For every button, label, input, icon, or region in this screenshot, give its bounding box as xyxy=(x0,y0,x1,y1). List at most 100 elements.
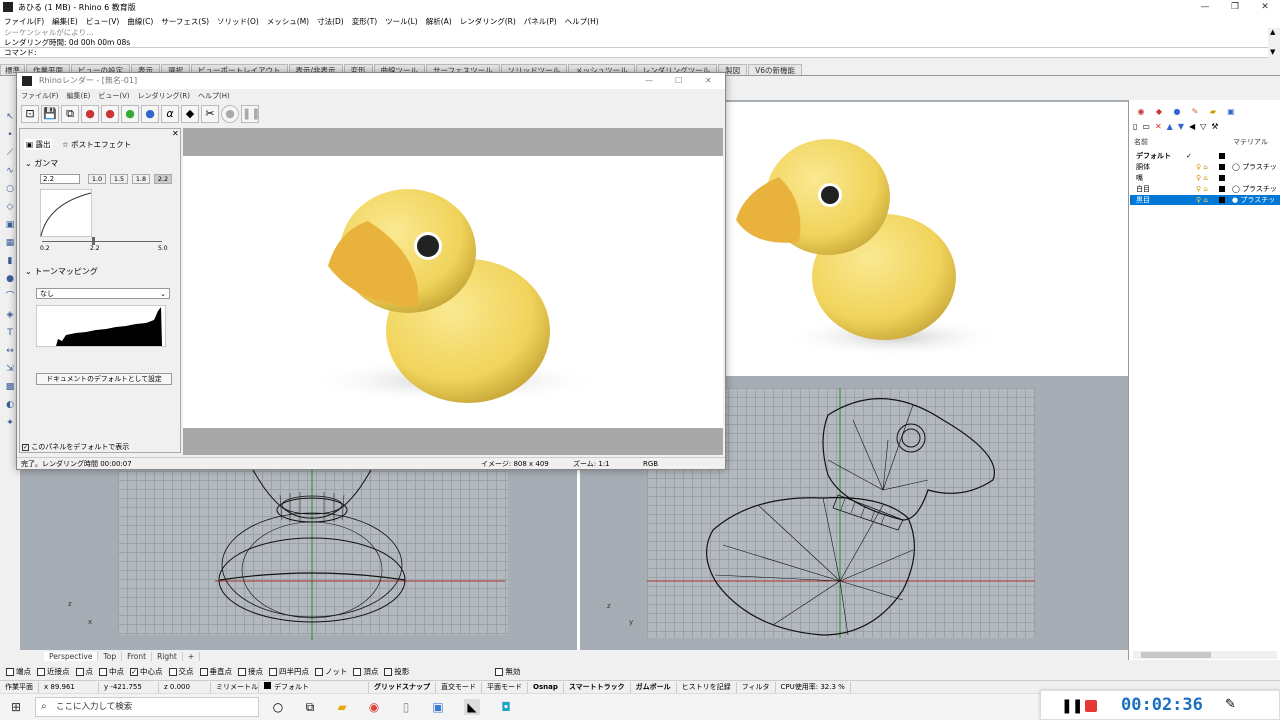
toggle-ortho[interactable]: 直交モード xyxy=(436,681,482,693)
layer-color-swatch[interactable] xyxy=(1219,164,1225,170)
photos-icon[interactable]: ▣ xyxy=(430,699,446,715)
layer-color-swatch[interactable] xyxy=(1219,153,1225,159)
layer-row-body[interactable]: 胴体 ♀ ⌂ ◯ プラスチッ xyxy=(1130,162,1280,172)
checkbox[interactable] xyxy=(384,667,393,676)
layer-row-black-eye[interactable]: 黒目 ♀ ⌂ ● プラスチッ xyxy=(1130,195,1280,205)
osnap-quad[interactable]: 四半円点 xyxy=(269,666,309,677)
checkbox[interactable] xyxy=(269,667,277,676)
fillet-icon[interactable]: ⌒ xyxy=(4,292,16,303)
file-explorer-icon[interactable]: ▰ xyxy=(334,699,350,715)
blue-channel-icon[interactable]: ● xyxy=(141,105,159,123)
text-icon[interactable]: T xyxy=(4,328,16,339)
render-content-icon[interactable]: ◆ xyxy=(1153,106,1165,118)
toggle-filter[interactable]: フィルタ xyxy=(737,681,776,693)
minimize-icon[interactable]: — xyxy=(1190,0,1220,14)
post-effects-icon[interactable]: ✂ xyxy=(201,105,219,123)
layer-color-swatch[interactable] xyxy=(1219,197,1225,203)
tools-icon[interactable]: ⚒ xyxy=(1211,122,1218,131)
layers-folder-icon[interactable]: ▰ xyxy=(1207,106,1219,118)
scroll-down-icon[interactable]: ▼ xyxy=(1270,48,1275,56)
layers-hscrollbar[interactable] xyxy=(1133,651,1277,659)
menu-surface[interactable]: サーフェス(S) xyxy=(161,16,209,27)
point-icon[interactable]: • xyxy=(4,130,16,141)
layer-row-default[interactable]: デフォルト ✓ xyxy=(1130,151,1280,161)
mesh-icon[interactable]: ▦ xyxy=(4,238,16,249)
surface-icon[interactable]: ◇ xyxy=(4,202,16,213)
green-channel-icon[interactable]: ● xyxy=(121,105,139,123)
osnap-vertex[interactable]: 頂点 xyxy=(353,666,378,677)
menu-transform[interactable]: 変形(T) xyxy=(352,16,377,27)
show-panel-default-checkbox[interactable]: ✓ このパネルをデフォルトで表示 xyxy=(22,442,129,452)
close-icon[interactable]: ✕ xyxy=(705,73,712,89)
boolean-icon[interactable]: ◈ xyxy=(4,310,16,321)
red-channel-icon[interactable]: ● xyxy=(101,105,119,123)
checkbox[interactable] xyxy=(495,667,504,676)
windows-start-icon[interactable]: ⊞ xyxy=(8,699,24,715)
new-sublayer-icon[interactable]: ▭ xyxy=(1142,122,1150,131)
osnap-center[interactable]: ✓ 中心点 xyxy=(130,666,163,677)
box-icon[interactable]: ▣ xyxy=(4,220,16,231)
menu-panels[interactable]: パネル(P) xyxy=(524,16,557,27)
checkbox[interactable] xyxy=(99,667,107,676)
layer-color-swatch[interactable] xyxy=(1219,175,1225,181)
tab-new-in-v6[interactable]: V6の新機能 xyxy=(748,64,802,75)
zoom-1-1-icon[interactable]: ⊡ xyxy=(21,105,39,123)
copy-icon[interactable]: ⧉ xyxy=(61,105,79,123)
checkbox[interactable] xyxy=(37,667,45,676)
gamma-preset-1-5[interactable]: 1.5 xyxy=(110,174,128,184)
toggle-smarttrack[interactable]: スマートトラック xyxy=(564,681,631,693)
vptab-front[interactable]: Front xyxy=(122,652,153,661)
tab-post-effects[interactable]: ☆ ポストエフェクト xyxy=(62,139,131,150)
analyze-icon[interactable]: ◐ xyxy=(4,400,16,411)
gamma-slider-track[interactable] xyxy=(42,241,162,242)
status-units[interactable]: ミリメートル xyxy=(211,681,259,693)
osnap-disable[interactable]: 無効 xyxy=(495,666,520,677)
circle-icon[interactable]: ○ xyxy=(4,184,16,195)
layer-row-beak[interactable]: 嘴 ♀ ⌂ xyxy=(1130,173,1280,183)
osnap-perpendicular[interactable]: 垂直点 xyxy=(199,666,232,677)
osnap-knot[interactable]: ノット xyxy=(315,666,347,677)
pen-icon[interactable]: ✎ xyxy=(1225,697,1236,712)
filter-icon[interactable]: ▽ xyxy=(1200,122,1206,131)
curve-icon[interactable]: ∿ xyxy=(4,166,16,177)
gamma-preset-2-2[interactable]: 2.2 xyxy=(154,174,172,184)
taskbar-search[interactable]: ⌕ ここに入力して検索 xyxy=(35,697,259,717)
maximize-icon[interactable]: ☐ xyxy=(675,73,682,89)
delete-layer-icon[interactable]: ✕ xyxy=(1155,122,1162,131)
checkbox[interactable] xyxy=(168,667,177,676)
lightbulb-icon[interactable]: ♀ ⌂ xyxy=(1196,184,1208,194)
move-out-icon[interactable]: ◀ xyxy=(1189,122,1195,131)
scroll-up-icon[interactable]: ▲ xyxy=(1270,28,1275,36)
osnap-near[interactable]: 近接点 xyxy=(37,666,70,677)
osnap-mid[interactable]: 中点 xyxy=(99,666,124,677)
toggle-planar[interactable]: 平面モード xyxy=(482,681,528,693)
menu-mesh[interactable]: メッシュ(M) xyxy=(267,16,309,27)
lightbulb-icon[interactable]: ♀ ⌂ xyxy=(1196,195,1208,205)
osnap-tangent[interactable]: 接点 xyxy=(238,666,263,677)
checkbox-checked[interactable]: ✓ xyxy=(130,667,138,676)
task-view-icon[interactable]: ⧉ xyxy=(302,699,318,715)
set-document-default-button[interactable]: ドキュメントのデフォルトとして設定 xyxy=(36,373,172,385)
gamma-section-header[interactable]: ⌄ ガンマ xyxy=(25,158,58,169)
close-icon[interactable]: ✕ xyxy=(1250,0,1280,14)
sphere-icon[interactable]: ● xyxy=(4,274,16,285)
checkbox[interactable] xyxy=(6,667,14,676)
gamma-preset-1-8[interactable]: 1.8 xyxy=(132,174,150,184)
restore-icon[interactable]: ❐ xyxy=(1220,0,1250,14)
pause-render-icon[interactable]: ❚❚ xyxy=(241,105,260,123)
tonemapping-section-header[interactable]: ⌄ トーンマッピング xyxy=(25,266,98,277)
move-up-icon[interactable]: ▲ xyxy=(1167,122,1173,131)
command-scrollbar[interactable]: ▲ ▼ xyxy=(1268,28,1280,58)
render-menu-file[interactable]: ファイル(F) xyxy=(21,91,59,102)
alpha-channel-icon[interactable]: α xyxy=(161,105,179,123)
osnap-point[interactable]: 点 xyxy=(75,666,93,677)
document-icon[interactable]: ▯ xyxy=(398,699,414,715)
menu-dimension[interactable]: 寸法(D) xyxy=(317,16,344,27)
gamma-slider-thumb[interactable] xyxy=(92,237,95,245)
transform-icon[interactable]: ⇲ xyxy=(4,364,16,375)
vptab-add[interactable]: + xyxy=(183,652,201,661)
checkbox[interactable] xyxy=(238,667,246,676)
render-icon[interactable]: ✦ xyxy=(4,418,16,429)
tab-exposure[interactable]: ▣ 露出 xyxy=(24,139,53,150)
rgb-channel-icon[interactable]: ● xyxy=(81,105,99,123)
